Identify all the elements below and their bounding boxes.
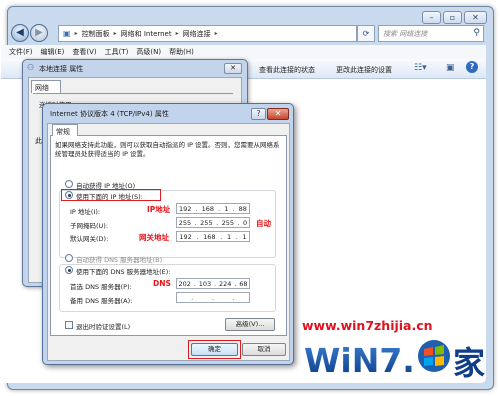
watermark-logo: WiN7. 家 [300, 332, 496, 388]
chevron-right-icon: ▸ [214, 30, 218, 37]
refresh-icon[interactable]: ⟳ [357, 25, 375, 42]
close-button[interactable]: ✕ [267, 108, 289, 120]
logo-text: WiN7. [304, 341, 415, 380]
subnet-mask-label: 子网掩码(U): [70, 222, 109, 230]
tab-network[interactable]: 网络 [31, 80, 61, 93]
menu-help[interactable]: 帮助(H) [169, 47, 194, 57]
gateway-octet: 1 [226, 232, 232, 241]
forward-arrow-icon[interactable]: ▶ [30, 24, 48, 42]
manual-ip-label[interactable]: 使用下面的 IP 地址(S): [76, 191, 143, 201]
preferred-dns-field[interactable]: 202. 103. 224. 68 [176, 278, 250, 289]
preferred-dns-label: 首选 DNS 服务器(P): [70, 283, 132, 291]
gateway-octet: 168 [203, 232, 216, 241]
network-icon: ⚇ [27, 63, 35, 72]
auto-dns-radio[interactable] [65, 254, 73, 262]
auto-ip-radio[interactable] [65, 180, 73, 188]
annotation-auto: 自动 [256, 219, 271, 228]
help-button[interactable]: ? [251, 108, 266, 120]
menu-file[interactable]: 文件(F) [9, 47, 33, 57]
minimize-button[interactable]: – [422, 11, 441, 24]
search-icon[interactable]: ⚲ [473, 28, 480, 38]
gateway-field[interactable]: 192. 168. 1. 1 [176, 231, 250, 242]
auto-dns-label[interactable]: 自动获得 DNS 服务器地址(B) [76, 254, 162, 264]
menu-edit[interactable]: 编辑(E) [41, 47, 65, 57]
annotation-ip: IP地址 [147, 205, 171, 214]
mask-octet: 255 [221, 218, 235, 227]
address-bar[interactable]: ▣ ▸ 控制面板 ▸ 网络和 Internet ▸ 网络连接 ▸ [58, 25, 357, 42]
ok-button[interactable]: 确定 [191, 343, 238, 356]
ip-octet: 168 [201, 204, 215, 213]
annotation-gateway: 网关地址 [139, 233, 169, 242]
dns-octet: 68 [239, 279, 248, 288]
view-options-icon[interactable]: ☷▾ [414, 63, 427, 73]
window-caption-buttons: – ▫ ✕ [422, 11, 487, 24]
menu-view[interactable]: 查看(V) [72, 47, 96, 57]
chevron-right-icon: ▸ [113, 30, 117, 37]
gateway-octet: 192 [179, 232, 192, 241]
folder-icon: ▣ [63, 29, 71, 38]
cancel-button[interactable]: 取消 [242, 343, 286, 356]
search-input[interactable]: 搜索 网络连接 ⚲ [378, 25, 484, 42]
ip-address-field[interactable]: 192. 168. 1. 88 [176, 203, 250, 214]
dialog-title: Internet 协议版本 4 (TCP/IPv4) 属性 [50, 110, 169, 118]
close-button[interactable]: ✕ [224, 63, 242, 74]
watermark-url: www.win7zhijia.cn [302, 318, 433, 333]
breadcrumb-item[interactable]: 网络和 Internet [121, 29, 172, 39]
dns-octet: 103 [198, 279, 212, 288]
close-button[interactable]: ✕ [464, 11, 487, 24]
dns-octet: 224 [218, 279, 232, 288]
ipv4-properties-dialog: Internet 协议版本 4 (TCP/IPv4) 属性 ? ✕ 常规 如果网… [42, 103, 294, 365]
subnet-mask-field[interactable]: 255. 255. 255. 0 [176, 217, 250, 228]
chevron-right-icon: ▸ [175, 30, 179, 37]
breadcrumb-item[interactable]: 控制面板 [82, 29, 110, 39]
search-placeholder: 搜索 网络连接 [383, 30, 428, 38]
windows-flag-icon [418, 340, 450, 372]
validate-label[interactable]: 退出时验证设置(L) [76, 321, 130, 331]
ip-octet: 1 [224, 204, 229, 213]
menu-tools[interactable]: 工具(T) [105, 47, 129, 57]
mask-octet: 0 [243, 218, 248, 227]
mask-octet: 255 [200, 218, 213, 227]
partial-text: 此 [35, 137, 42, 145]
gateway-octet: 1 [242, 232, 247, 241]
breadcrumb-item[interactable]: 网络连接 [183, 29, 211, 39]
chevron-right-icon: ▸ [74, 30, 78, 37]
help-icon[interactable]: ? [466, 61, 478, 73]
manual-dns-label[interactable]: 使用下面的 DNS 服务器地址(E): [76, 266, 171, 276]
ip-octet: 88 [238, 204, 247, 213]
menu-bar: 文件(F) 编辑(E) 查看(V) 工具(T) 高级(N) 帮助(H) [1, 45, 486, 59]
description-text: 如果网络支持此功能，则可以获取自动指派的 IP 设置。否则，您需要从网络系统管理… [55, 141, 280, 158]
win7-logo-icon: WiN7. 家 [304, 340, 485, 382]
ip-address-label: IP 地址(I): [70, 208, 101, 216]
view-status-button[interactable]: 查看此连接的状态 [259, 65, 315, 75]
maximize-button[interactable]: ▫ [443, 11, 462, 24]
back-arrow-icon[interactable]: ◀ [11, 24, 29, 42]
alternate-dns-field[interactable]: . . . [176, 292, 250, 303]
manual-dns-radio[interactable] [65, 266, 73, 274]
dns-octet: 202 [178, 279, 191, 288]
advanced-button[interactable]: 高级(V)... [225, 318, 275, 331]
logo-suffix: 家 [453, 344, 485, 382]
ip-octet: 192 [179, 204, 192, 213]
gateway-label: 默认网关(D): [70, 235, 109, 243]
tab-general[interactable]: 常规 [52, 124, 78, 136]
annotation-dns: DNS [153, 279, 171, 288]
manual-ip-radio[interactable] [65, 191, 73, 199]
change-settings-button[interactable]: 更改此连接的设置 [336, 65, 392, 75]
mask-octet: 255 [178, 218, 192, 227]
validate-checkbox[interactable] [65, 321, 73, 329]
menu-advanced[interactable]: 高级(N) [136, 47, 161, 57]
alternate-dns-label: 备用 DNS 服务器(A): [70, 297, 133, 305]
tab-divider [33, 93, 233, 94]
preview-pane-icon[interactable]: ▣ [446, 63, 455, 73]
dialog-title: 本地连接 属性 [39, 65, 84, 73]
